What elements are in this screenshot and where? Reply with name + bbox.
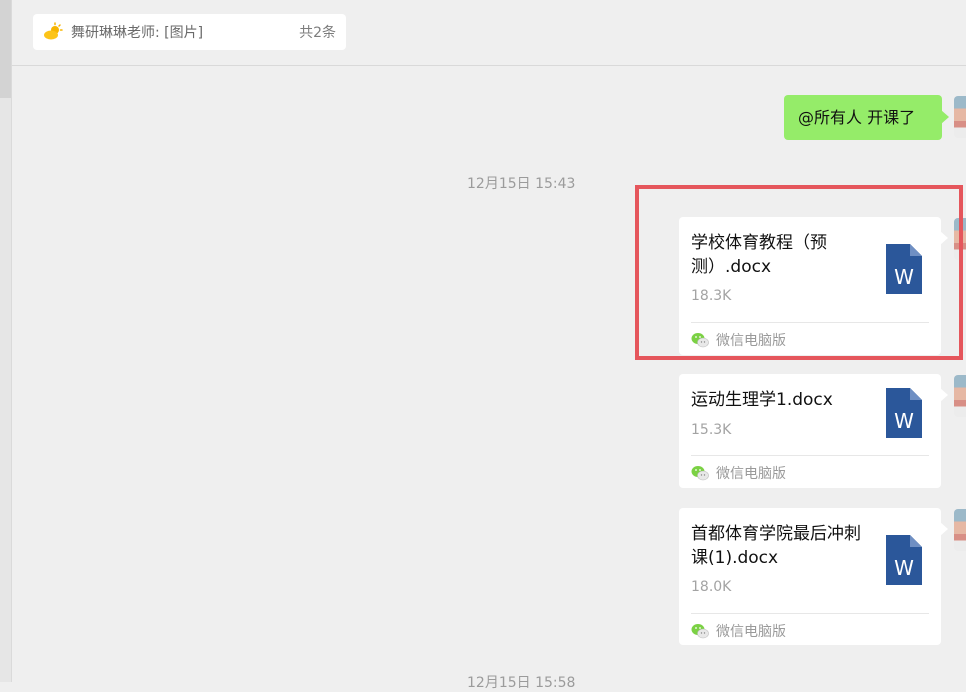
word-doc-icon: W: [886, 535, 922, 585]
source-label: 微信电脑版: [716, 624, 786, 640]
avatar[interactable]: [954, 509, 966, 551]
pinned-message-count: 共2条: [299, 25, 336, 41]
sun-cloud-icon: [44, 22, 63, 40]
message-text: @所有人 开课了: [798, 108, 916, 127]
file-source: 微信电脑版: [691, 621, 786, 641]
message-timestamp: 12月15日 15:58: [467, 675, 576, 691]
left-panel-edge: [0, 0, 12, 682]
file-source: 微信电脑版: [691, 463, 786, 483]
source-label: 微信电脑版: [716, 466, 786, 482]
highlight-box: [635, 185, 963, 360]
svg-text:W: W: [894, 556, 914, 580]
svg-text:W: W: [894, 409, 914, 433]
selected-chat-indicator: [0, 0, 11, 98]
word-doc-icon: W: [886, 388, 922, 438]
pinned-message-bar[interactable]: 舞研琳琳老师: [图片] 共2条: [33, 14, 346, 50]
file-message[interactable]: 运动生理学1.docx 15.3K W 微信电脑版: [679, 374, 948, 488]
wechat-icon: [691, 624, 709, 639]
message-timestamp: 12月15日 15:43: [467, 176, 576, 192]
file-name: 运动生理学1.docx: [691, 390, 833, 410]
wechat-icon: [691, 466, 709, 481]
card-divider: [691, 455, 929, 456]
pinned-message-text: 舞研琳琳老师: [图片]: [71, 25, 204, 41]
card-divider: [691, 613, 929, 614]
my-text-message[interactable]: @所有人 开课了: [784, 95, 949, 140]
file-size: 18.0K: [691, 579, 732, 595]
file-message[interactable]: 首都体育学院最后冲刺课(1).docx 18.0K W 微信电脑版: [679, 508, 948, 645]
file-name: 首都体育学院最后冲刺课(1).docx: [691, 524, 861, 568]
avatar[interactable]: [954, 96, 966, 138]
avatar[interactable]: [954, 375, 966, 417]
file-size: 15.3K: [691, 422, 732, 438]
